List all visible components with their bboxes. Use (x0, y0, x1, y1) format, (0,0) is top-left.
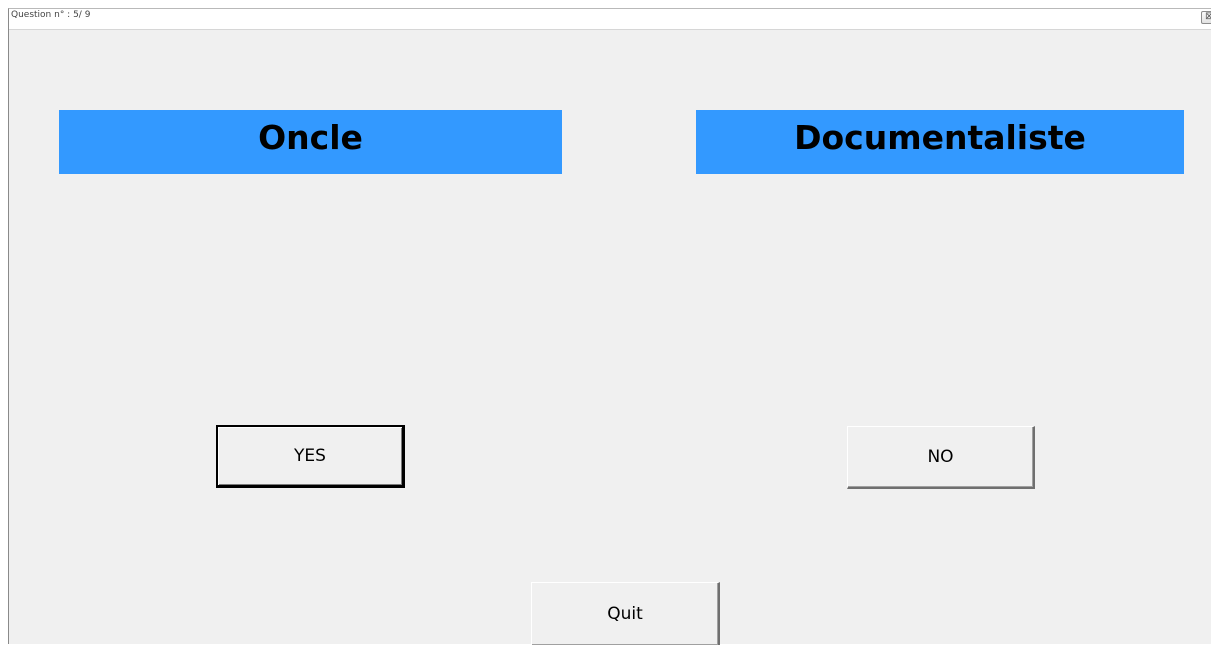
word-left-panel: Oncle (59, 110, 562, 174)
close-icon: ⊠ (1205, 11, 1211, 22)
yes-button[interactable]: YES (216, 425, 405, 488)
window-title: Question n° : 5/ 9 (11, 10, 91, 20)
word-right-panel: Documentaliste (696, 110, 1184, 174)
word-right-label: Documentaliste (794, 117, 1086, 157)
no-button[interactable]: NO (847, 426, 1035, 489)
close-button[interactable]: ⊠ (1201, 11, 1211, 24)
question-window: Question n° : 5/ 9 ⊠ Oncle Documentalist… (8, 8, 1211, 645)
title-bar: Question n° : 5/ 9 ⊠ (9, 9, 1211, 30)
quit-button[interactable]: Quit (531, 582, 720, 645)
word-left-label: Oncle (258, 117, 363, 157)
